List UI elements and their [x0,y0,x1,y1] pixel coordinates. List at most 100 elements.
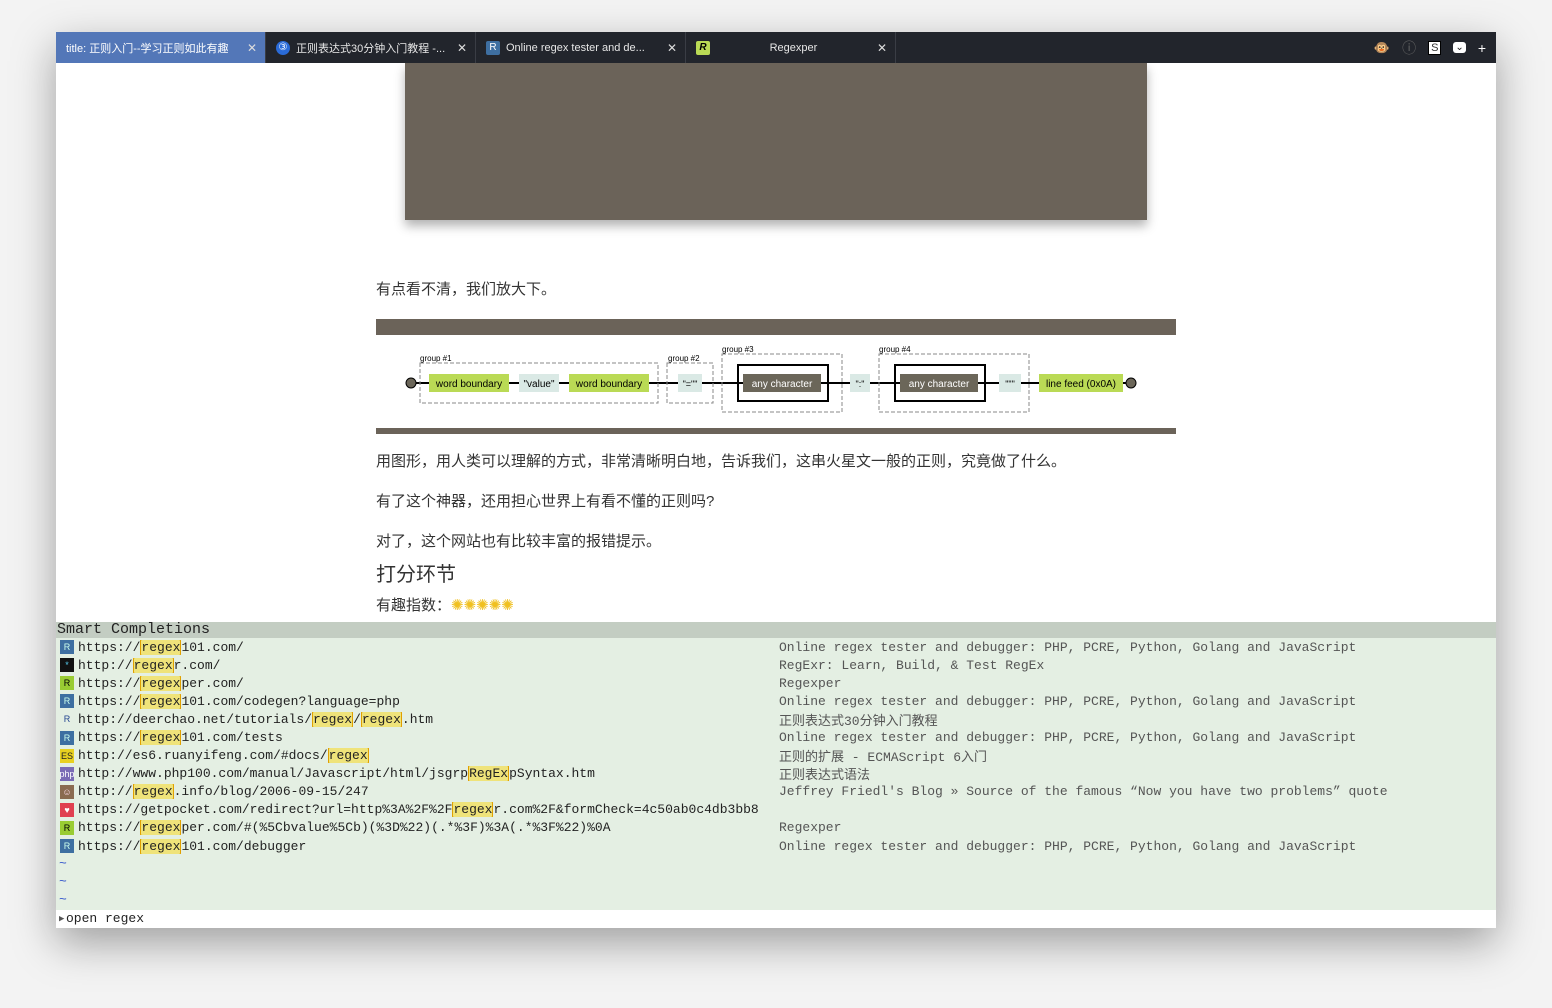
regexper-icon: R [60,820,74,835]
completion-url: http://es6.ruanyifeng.com/#docs/regex [78,748,369,764]
browser-window: title: 正则入门--学习正则如此有趣 ✕ ③ 正则表达式30分钟入门教程 -.… [56,32,1496,928]
paragraph: 对了，这个网站也有比较丰富的报错提示。 [376,533,662,550]
completion-title: RegExr: Learn, Build, & Test RegEx [779,657,1045,673]
node-label: "value" [523,379,554,390]
completion-url: http://regex.info/blog/2006-09-15/247 [78,784,369,800]
close-icon[interactable]: ✕ [457,41,467,55]
empty-line-marker: ~ [59,892,67,908]
completion-row[interactable]: ☺ http://regex.info/blog/2006-09-15/247 Je… [56,783,1496,801]
match-highlight: regex [312,711,354,727]
completion-row[interactable]: Rhttps://regexper.com/Regexper [56,674,1496,692]
completion-row[interactable]: ♥ https://getpocket.com/redirect?url=http… [56,801,1496,819]
tab-label: title: 正则入门--学习正则如此有趣 [66,42,229,55]
s-icon[interactable]: S [1428,40,1442,55]
completion-title: Online regex tester and debugger: PHP, P… [779,693,1357,709]
node-label: word boundary [435,379,502,390]
completion-url: https://getpocket.com/redirect?url=http%… [78,802,759,818]
info-icon[interactable]: ⓘ [1402,38,1416,58]
command-line[interactable]: ▶ open regex [56,910,1496,928]
paragraph: 用图形，用人类可以理解的方式，非常清晰明白地，告诉我们，这串火星文一般的正则，究… [376,453,1067,470]
command-input[interactable]: open regex [66,911,144,926]
completion-title: Jeffrey Friedl's Blog » Source of the fa… [779,784,1388,800]
completion-url: http://www.php100.com/manual/Javascript/… [78,766,595,782]
completion-url: https://regex101.com/ [78,639,244,655]
deerchao-icon: ③ [276,40,290,55]
match-highlight: regex [132,784,174,800]
completion-row[interactable]: Rhttps://regex101.com/tests Online regex … [56,728,1496,746]
completion-title: 正则表达式30分钟入门教程 [779,713,938,729]
group-label: group #1 [420,354,452,363]
php-icon: php [59,766,75,781]
pocket-icon[interactable]: ⌄ [1453,42,1466,53]
regex101-icon: R [60,839,74,854]
tab-label: 正则表达式30分钟入门教程 -... [296,42,446,55]
screenshot-image [405,63,1147,220]
node-label: """ [1005,379,1015,389]
monkey-icon[interactable]: 🐵 [1374,40,1390,56]
empty-line-marker: ~ [59,856,67,872]
completion-title: Online regex tester and debugger: PHP, P… [779,838,1357,854]
close-icon[interactable]: ✕ [667,41,677,55]
completion-row[interactable]: Rhttps://regex101.com/debugger Online reg… [56,837,1496,855]
tab-bar: title: 正则入门--学习正则如此有趣 ✕ ③ 正则表达式30分钟入门教程 -.… [56,32,1496,63]
close-icon[interactable]: ✕ [247,41,257,55]
completion-title: Online regex tester and debugger: PHP, P… [779,639,1357,655]
completion-url: https://regexper.com/#(%5Cbvalue%5Cb)(%3… [78,820,611,836]
tab-label: Regexper [769,41,818,54]
regexper-icon: R [60,676,74,691]
caret-icon: ▶ [59,914,65,924]
tab-deerchao[interactable]: ③ 正则表达式30分钟入门教程 -... ✕ [266,32,476,63]
match-highlight: RegEx [468,766,510,782]
regex101-icon: R [60,640,74,655]
regex-diagram: group #1 group #2 group #3 group #4 word… [376,319,1176,434]
node-label: any character [909,379,970,390]
tab-regex-article[interactable]: title: 正则入门--学习正则如此有趣 ✕ [56,32,266,63]
completions-header: Smart Completions [56,622,1496,638]
match-highlight: regex [140,838,182,854]
match-highlight: regex [452,802,494,818]
diagram-bottom-bar [376,428,1176,434]
diagram-top-bar [376,319,1176,335]
tab-regex101[interactable]: R Online regex tester and de... ✕ [476,32,686,63]
completion-row[interactable]: * http://regexr.com/RegExr: Learn, Build,… [56,656,1496,674]
deerchao-icon: R [63,714,71,725]
tab-regexper[interactable]: R Regexper ✕ [686,32,896,63]
tab-label: Online regex tester and de... [506,41,645,54]
new-tab-icon[interactable]: + [1478,40,1486,56]
completion-row[interactable]: Rhttps://regexper.com/#(%5Cbvalue%5Cb)(%… [56,819,1496,837]
end-node [1125,377,1137,389]
completion-row[interactable]: ES http://es6.ruanyifeng.com/#docs/regex 正… [56,747,1496,765]
paragraph: 有了这个神器，还用担心世界上有看不懂的正则吗? [376,493,715,510]
completion-title: 正则表达式语法 [779,768,871,784]
rating-icons: ✺✺✺✺✺ [451,597,514,614]
completion-url: https://regex101.com/codegen?language=ph… [78,693,400,709]
completion-url: https://regex101.com/tests [78,730,283,746]
completion-row[interactable]: php http://www.php100.com/manual/Javascri… [56,765,1496,783]
match-highlight: regex [140,639,182,655]
completion-title: Online regex tester and debugger: PHP, P… [779,730,1357,746]
match-highlight: regex [132,657,174,673]
es6-icon: ES [60,748,74,763]
node-label: line feed (0x0A) [1046,379,1116,390]
page-content: 有点看不清，我们放大下。 group #1 group #2 group #3 … [56,63,1496,622]
completion-url: http://deerchao.net/tutorials/regex/rege… [78,711,434,727]
completion-row[interactable]: Rhttps://regex101.com/codegen?language=p… [56,692,1496,710]
regexper-icon: R [696,40,710,55]
completion-row[interactable]: Rhttp://deerchao.net/tutorials/regex/reg… [56,710,1496,729]
completion-url: https://regexper.com/ [78,675,244,691]
smart-completions-panel: Smart Completions Rhttps://regex101.com/… [56,622,1496,928]
node-label: any character [752,379,813,390]
completion-url: http://regexr.com/ [78,657,221,673]
close-icon[interactable]: ✕ [877,41,887,55]
match-highlight: regex [360,711,402,727]
start-node [405,377,417,389]
group-label: group #4 [879,345,911,354]
paragraph: 有点看不清，我们放大下。 [376,281,557,298]
node-label: "="" [683,379,698,389]
group-label: group #3 [722,345,754,354]
pocket-icon: ♥ [60,802,74,817]
section-heading: 打分环节 [376,564,456,586]
group-label: group #2 [668,354,700,363]
completion-row[interactable]: Rhttps://regex101.com/Online regex teste… [56,638,1496,656]
regex101-icon: R [60,730,74,745]
